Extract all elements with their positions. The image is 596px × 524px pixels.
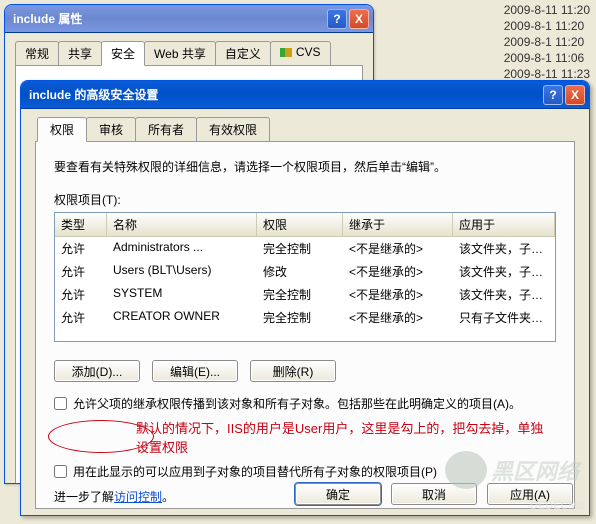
tab-owner[interactable]: 所有者 (135, 117, 197, 141)
tab-strip: 常规 共享 安全 Web 共享 自定义 CVS (5, 33, 373, 65)
cell-type: 允许 (55, 261, 107, 282)
titlebar[interactable]: include 属性 ? X (5, 5, 373, 33)
tab-auditing[interactable]: 审核 (86, 117, 136, 141)
cell-name: Administrators ... (107, 238, 257, 259)
inherit-checkbox[interactable] (54, 397, 67, 410)
col-type[interactable]: 类型 (55, 213, 107, 236)
table-row[interactable]: 允许SYSTEM完全控制<不是继承的>该文件夹，子文件... (55, 283, 555, 306)
close-button[interactable]: X (565, 85, 585, 105)
add-button[interactable]: 添加(D)... (54, 360, 140, 382)
replace-text: 用在此显示的可以应用到子对象的项目替代所有子对象的权限项目(P) (73, 464, 437, 480)
bg-date: 2009-8-1 11:20 (504, 34, 590, 50)
window-title: include 的高级安全设置 (29, 86, 541, 103)
tab-panel: 要查看有关特殊权限的详细信息，请选择一个权限项目，然后单击“编辑”。 权限项目(… (35, 141, 575, 509)
cell-apply: 该文件夹，子文件... (453, 238, 555, 259)
close-button[interactable]: X (349, 9, 369, 29)
cell-perm: 完全控制 (257, 307, 343, 328)
permissions-listview[interactable]: 类型 名称 权限 继承于 应用于 允许Administrators ...完全控… (54, 212, 556, 342)
cell-apply: 该文件夹，子文件... (453, 261, 555, 282)
col-inherited[interactable]: 继承于 (343, 213, 453, 236)
permissions-group: 权限项目(T): 类型 名称 权限 继承于 应用于 允许Administrato… (54, 191, 556, 342)
tab-security[interactable]: 安全 (101, 41, 145, 66)
tab-effective[interactable]: 有效权限 (196, 117, 270, 141)
tab-permissions[interactable]: 权限 (37, 117, 87, 142)
cell-name: SYSTEM (107, 284, 257, 305)
bg-date: 2009-8-1 11:06 (504, 50, 590, 66)
bg-date: 2009-8-11 11:20 (504, 2, 590, 18)
inherit-text: 允许父项的继承权限传播到该对象和所有子对象。包括那些在此明确定义的项目(A)。 (73, 396, 521, 412)
inherit-checkbox-label[interactable]: 允许父项的继承权限传播到该对象和所有子对象。包括那些在此明确定义的项目(A)。 (54, 396, 556, 412)
cell-apply: 只有子文件夹及文件 (453, 307, 555, 328)
cell-type: 允许 (55, 307, 107, 328)
cell-perm: 完全控制 (257, 284, 343, 305)
cvs-icon (280, 48, 292, 57)
site-watermark: DEDECMS (530, 500, 585, 512)
cell-inh: <不是继承的> (343, 261, 453, 282)
access-control-link[interactable]: 访问控制 (114, 490, 162, 504)
listview-header[interactable]: 类型 名称 权限 继承于 应用于 (55, 213, 555, 237)
cell-perm: 完全控制 (257, 238, 343, 259)
cell-apply: 该文件夹，子文件... (453, 284, 555, 305)
cell-name: CREATOR OWNER (107, 307, 257, 328)
cell-type: 允许 (55, 284, 107, 305)
cell-inh: <不是继承的> (343, 238, 453, 259)
col-permission[interactable]: 权限 (257, 213, 343, 236)
background-date-list: 2009-8-11 11:20 2009-8-1 11:20 2009-8-1 … (504, 0, 590, 82)
cancel-button[interactable]: 取消 (391, 483, 477, 505)
table-row[interactable]: 允许Administrators ...完全控制<不是继承的>该文件夹，子文件.… (55, 237, 555, 260)
replace-checkbox[interactable] (54, 465, 67, 478)
table-row[interactable]: 允许CREATOR OWNER完全控制<不是继承的>只有子文件夹及文件 (55, 306, 555, 329)
annotation-text: 默认的情况下，IIS的用户是User用户，这里是勾上的，把勾去掉，单独设置权限 (136, 418, 556, 456)
help-button[interactable]: ? (543, 85, 563, 105)
cell-perm: 修改 (257, 261, 343, 282)
remove-button[interactable]: 删除(R) (250, 360, 336, 382)
bg-date: 2009-8-1 11:20 (504, 18, 590, 34)
cell-name: Users (BLT\Users) (107, 261, 257, 282)
edit-button[interactable]: 编辑(E)... (152, 360, 238, 382)
tab-cvs[interactable]: CVS (270, 41, 331, 65)
checkbox-group: 允许父项的继承权限传播到该对象和所有子对象。包括那些在此明确定义的项目(A)。 … (54, 396, 556, 480)
titlebar[interactable]: include 的高级安全设置 ? X (21, 81, 589, 109)
col-apply[interactable]: 应用于 (453, 213, 555, 236)
advanced-security-dialog: include 的高级安全设置 ? X 权限 审核 所有者 有效权限 要查看有关… (20, 80, 590, 516)
tab-strip: 权限 审核 所有者 有效权限 (35, 117, 575, 141)
help-button[interactable]: ? (327, 9, 347, 29)
col-name[interactable]: 名称 (107, 213, 257, 236)
tab-websharing[interactable]: Web 共享 (144, 41, 216, 65)
tab-sharing[interactable]: 共享 (58, 41, 102, 65)
cell-type: 允许 (55, 238, 107, 259)
tab-general[interactable]: 常规 (15, 41, 59, 65)
cell-inh: <不是继承的> (343, 307, 453, 328)
table-row[interactable]: 允许Users (BLT\Users)修改<不是继承的>该文件夹，子文件... (55, 260, 555, 283)
cell-inh: <不是继承的> (343, 284, 453, 305)
panel-description: 要查看有关特殊权限的详细信息，请选择一个权限项目，然后单击“编辑”。 (54, 158, 556, 175)
window-title: include 属性 (13, 10, 325, 27)
list-caption: 权限项目(T): (54, 191, 556, 208)
button-row: 添加(D)... 编辑(E)... 删除(R) (54, 360, 556, 382)
tab-customize[interactable]: 自定义 (215, 41, 271, 65)
ok-button[interactable]: 确定 (295, 483, 381, 505)
replace-checkbox-label[interactable]: 用在此显示的可以应用到子对象的项目替代所有子对象的权限项目(P) (54, 464, 556, 480)
